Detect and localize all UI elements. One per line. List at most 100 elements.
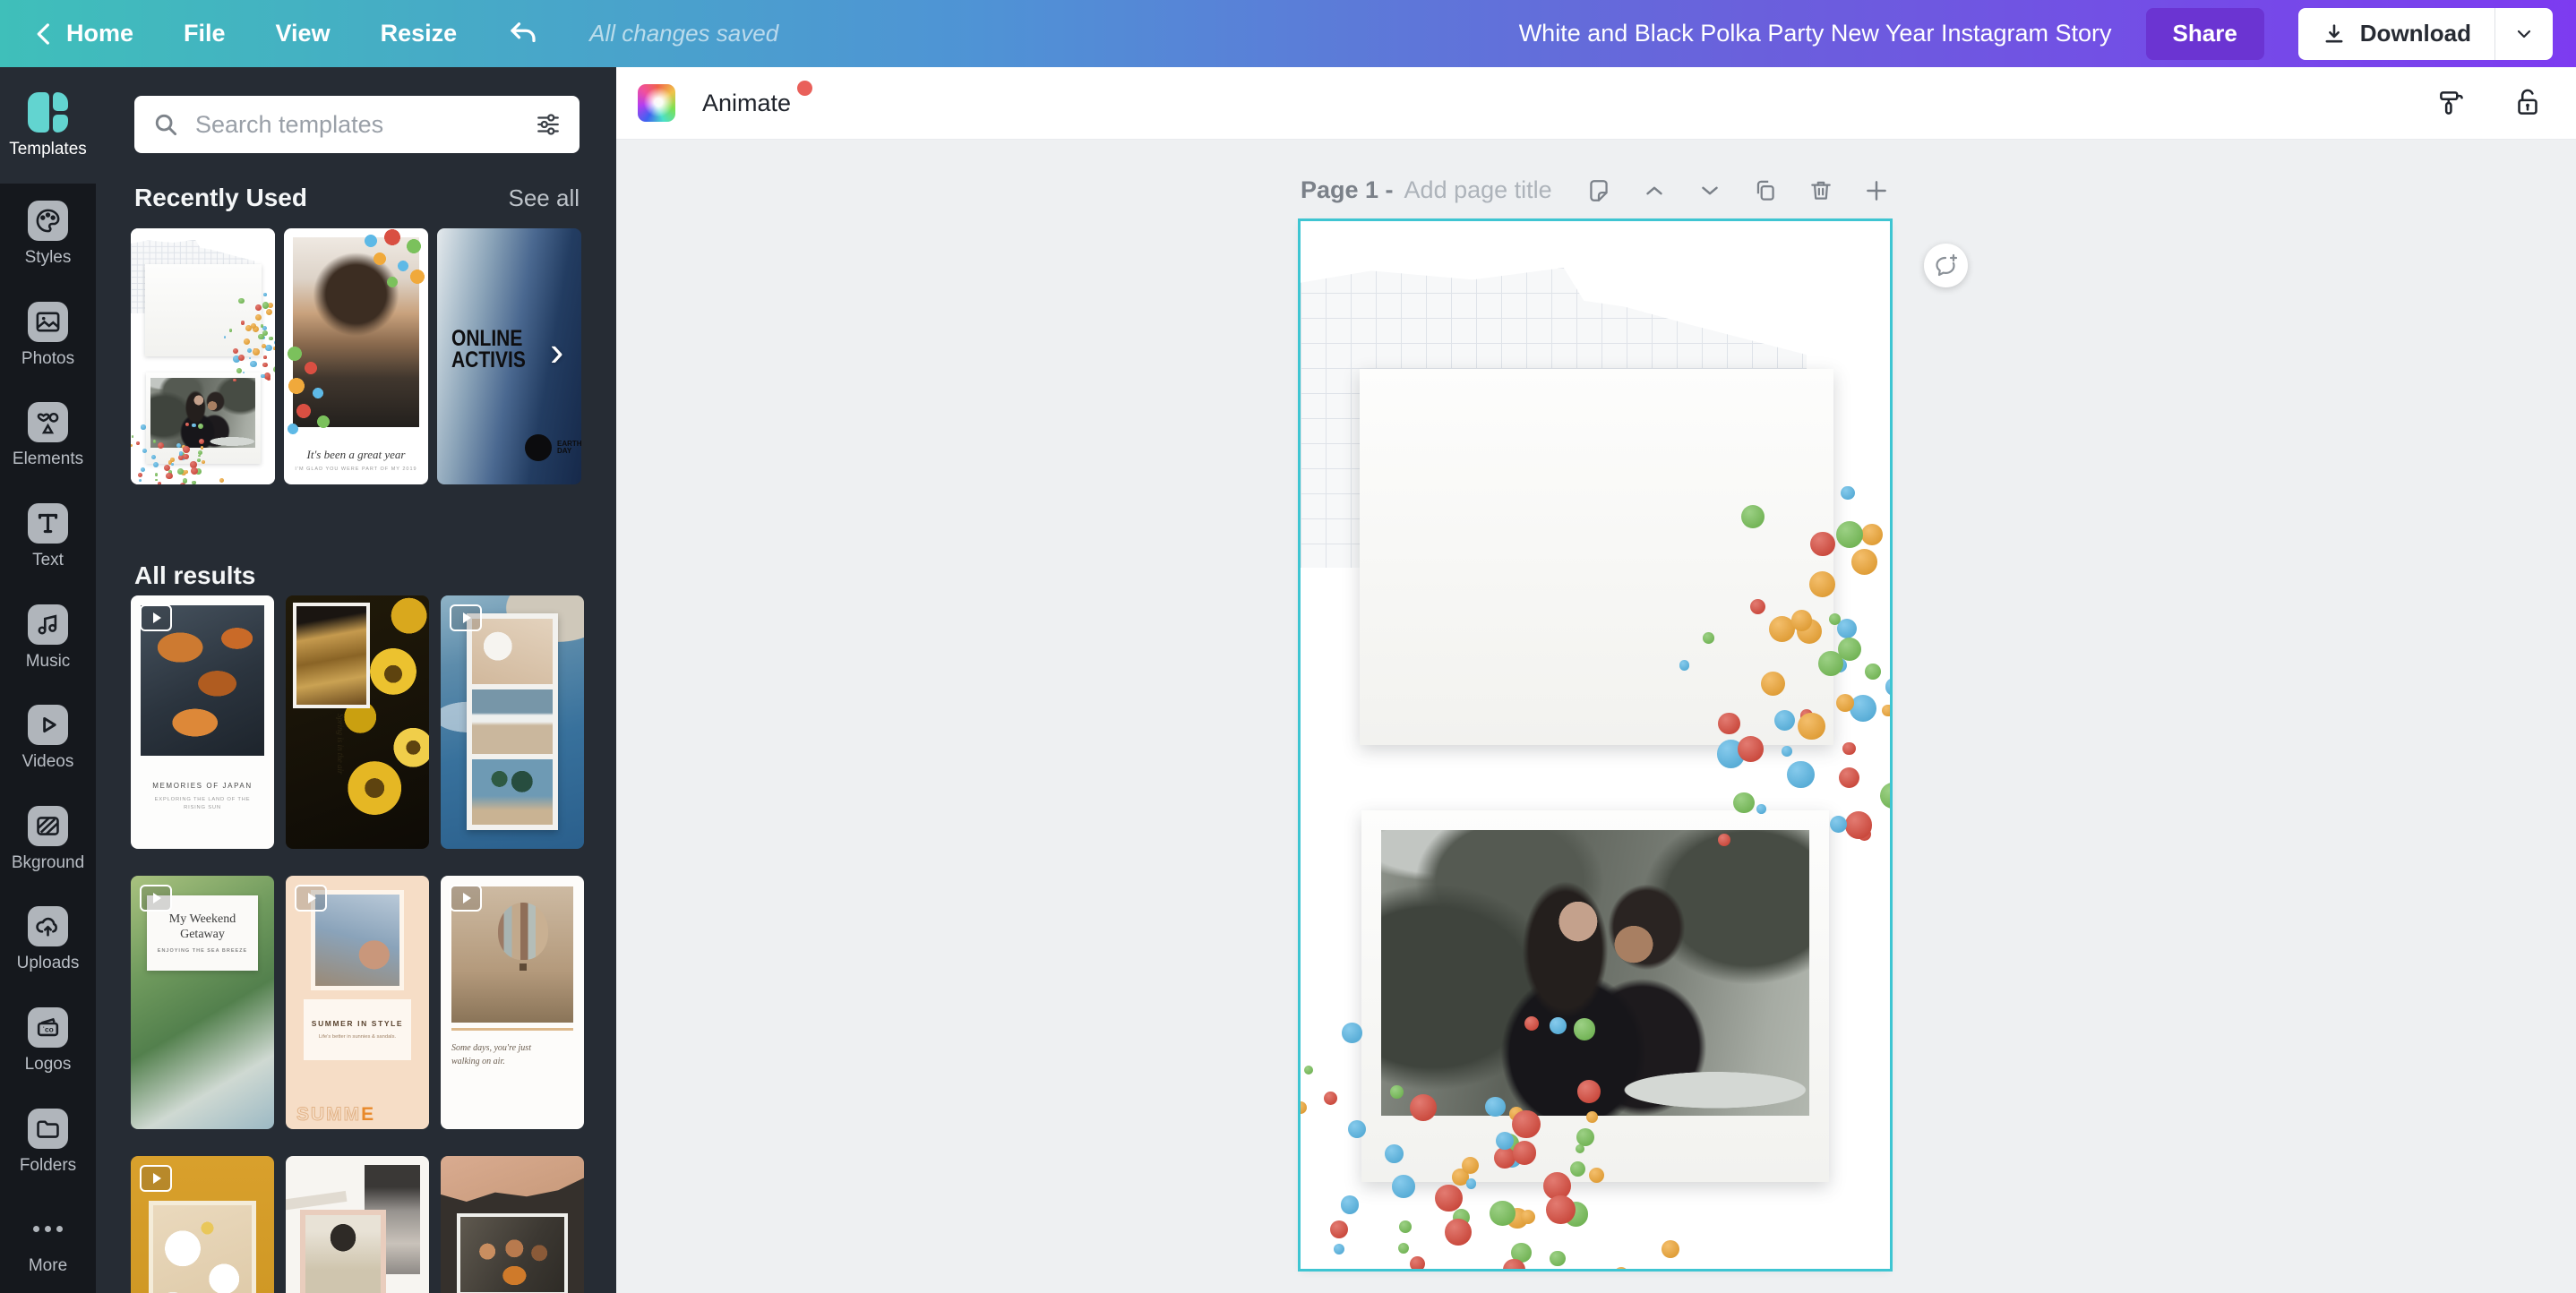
template-breakfast-table[interactable] [131, 1156, 274, 1293]
confetti-dot [265, 345, 271, 351]
home-button[interactable]: Home [34, 20, 133, 47]
confetti-dot [1791, 610, 1813, 631]
sidebar-item-styles[interactable]: Styles [0, 184, 96, 285]
duplicate-page-button[interactable] [1752, 177, 1779, 204]
confetti-dot [1513, 1141, 1537, 1165]
undo-button[interactable] [507, 18, 539, 50]
confetti-dot [266, 309, 272, 315]
confetti-dot [155, 473, 158, 475]
lock-button[interactable] [2510, 85, 2546, 121]
search-input[interactable] [193, 110, 520, 140]
template-walking-on-air[interactable]: Some days, you're justwalking on air. [441, 876, 584, 1129]
confetti-dot [158, 482, 161, 484]
confetti-dot [1398, 1243, 1409, 1254]
confetti-dot [1301, 1101, 1307, 1114]
sidebar-item-folders[interactable]: Folders [0, 1092, 96, 1193]
template-spring-air[interactable]: Spring is in the air [286, 595, 429, 849]
confetti-dot [238, 355, 245, 361]
confetti-dot [1882, 705, 1890, 717]
confetti-dot [153, 440, 157, 443]
confetti-dot [253, 348, 259, 355]
polka-party-design [1301, 221, 1890, 1269]
confetti-dot [170, 458, 175, 462]
video-badge-icon [295, 885, 327, 912]
confetti-dot [1787, 761, 1815, 789]
add-notes-button[interactable] [1585, 177, 1612, 204]
sidebar-item-more[interactable]: More [0, 1192, 96, 1293]
template-beach-filmstrip[interactable] [441, 595, 584, 849]
download-button: Download [2298, 8, 2553, 60]
sidebar-item-elements[interactable]: Elements [0, 386, 96, 487]
sidebar-item-music[interactable]: Music [0, 587, 96, 689]
confetti-dot [132, 435, 133, 437]
night-photo [1379, 389, 1814, 679]
confetti-dot [1738, 736, 1764, 762]
copy-style-button[interactable] [2434, 85, 2470, 121]
share-button[interactable]: Share [2146, 8, 2264, 60]
page-header: Page 1 - Add page title [1301, 176, 1890, 204]
confetti-dot [1836, 521, 1863, 548]
template-swim-duo[interactable] [441, 1156, 584, 1293]
confetti-dot [1836, 694, 1854, 712]
download-main-button[interactable]: Download [2298, 8, 2494, 60]
carousel-next-button[interactable]: › [550, 330, 563, 372]
confetti-dot [1490, 1201, 1515, 1226]
resize-menu[interactable]: Resize [381, 20, 458, 47]
document-title[interactable]: White and Black Polka Party New Year Ins… [1519, 20, 2112, 47]
sidebar-item-templates[interactable]: Templates [0, 67, 96, 184]
background-color-swatch[interactable] [638, 84, 675, 122]
sidebar: Templates Styles Photos Elements Text [0, 67, 96, 1293]
animate-button[interactable]: Animate [702, 90, 791, 117]
all-results-title: All results [134, 561, 255, 590]
sidebar-item-background[interactable]: Bkground [0, 789, 96, 890]
search-box [134, 96, 580, 153]
recent-template-polka-party[interactable] [131, 228, 275, 484]
filter-icon[interactable] [535, 111, 562, 138]
polaroid-frame-bottom[interactable] [146, 372, 261, 464]
sidebar-item-photos[interactable]: Photos [0, 285, 96, 386]
confetti-dot [1330, 1220, 1348, 1238]
confetti-dot [198, 455, 200, 457]
workspace: Animate Page 1 - Add page title [616, 67, 2576, 1293]
delete-page-button[interactable] [1807, 177, 1834, 204]
template-memories-of-japan[interactable]: MEMORIES OF JAPAN EXPLORING THE LAND OF … [131, 595, 274, 849]
sidebar-item-videos[interactable]: Videos [0, 688, 96, 789]
move-page-up-button[interactable] [1641, 177, 1668, 204]
file-menu[interactable]: File [184, 20, 226, 47]
chevron-down-icon [2513, 23, 2535, 45]
confetti-dot [166, 473, 172, 479]
download-icon [2322, 21, 2347, 47]
confetti-dot [1570, 1161, 1585, 1177]
view-menu[interactable]: View [276, 20, 331, 47]
sidebar-item-text[interactable]: Text [0, 486, 96, 587]
see-all-link[interactable]: See all [509, 184, 580, 212]
template-fashion-collage[interactable]: — and fall in love [286, 1156, 429, 1293]
page-title-input[interactable]: Add page title [1404, 176, 1552, 204]
confetti-dot [1392, 1175, 1414, 1197]
confetti-dot [1466, 1178, 1476, 1188]
confetti-dot [261, 324, 263, 327]
polaroid-frame-bottom[interactable] [1361, 810, 1829, 1182]
template-weekend-getaway[interactable]: My Weekend Getaway ENJOYING THE SEA BREE… [131, 876, 274, 1129]
confetti-dot [155, 479, 158, 482]
design-canvas[interactable] [1301, 221, 1890, 1269]
confetti-dot [249, 357, 252, 360]
confetti-dot [241, 321, 245, 324]
context-toolbar: Animate [616, 67, 2576, 140]
add-comment-button[interactable] [1924, 244, 1968, 287]
canva-editor: Home File View Resize All changes saved … [0, 0, 2576, 1293]
confetti-dot [1861, 524, 1883, 545]
video-badge-icon [140, 1165, 172, 1192]
move-page-down-button[interactable] [1696, 177, 1723, 204]
download-options-button[interactable] [2495, 8, 2553, 60]
template-summer-in-style[interactable]: SUMME SUMMER IN STYLE Life's better in s… [286, 876, 429, 1129]
recent-template-great-year[interactable]: It's been a great year I'M GLAD YOU WERE… [284, 228, 428, 484]
sidebar-item-logos[interactable]: ˙co Logos [0, 990, 96, 1092]
text-icon [28, 503, 68, 544]
confetti-dot [1485, 1097, 1506, 1117]
confetti-dot [1885, 678, 1890, 695]
search-icon [152, 111, 179, 138]
confetti-dot [198, 424, 203, 429]
sidebar-item-uploads[interactable]: Uploads [0, 890, 96, 991]
add-page-button[interactable] [1863, 177, 1890, 204]
